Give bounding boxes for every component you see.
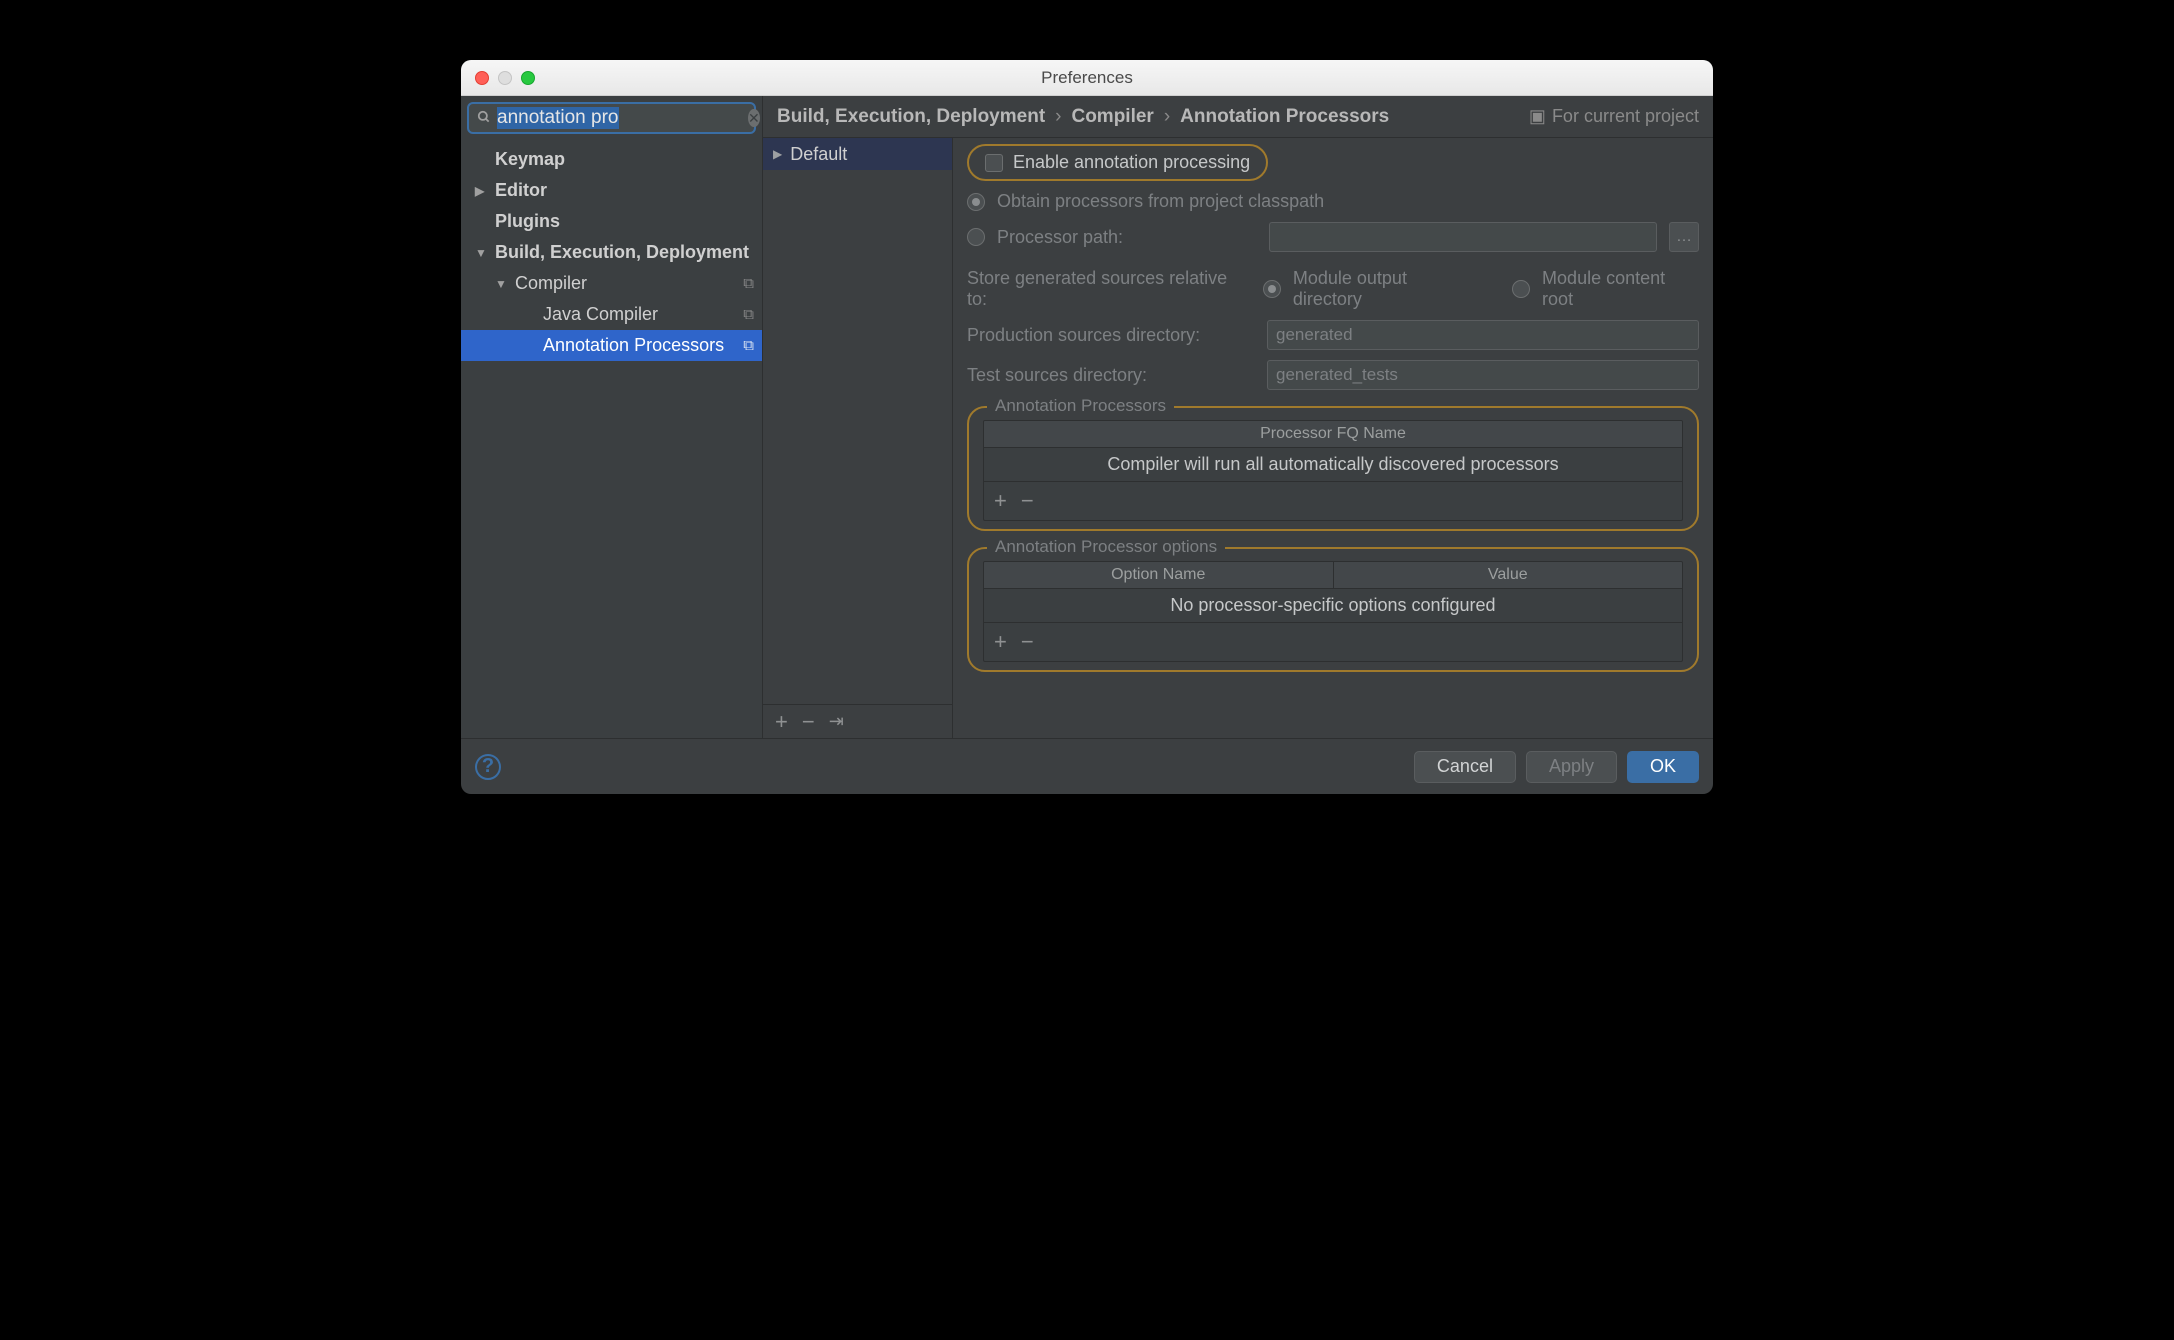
tree-label: Keymap xyxy=(495,149,565,170)
radio-processor-path[interactable] xyxy=(967,228,985,246)
content: ✕ Keymap ▶Editor Plugins ▼Build, Executi… xyxy=(461,96,1713,738)
settings-tree: Keymap ▶Editor Plugins ▼Build, Execution… xyxy=(461,140,762,738)
tree-label: Editor xyxy=(495,180,547,201)
annotation-processors-group: Annotation Processors Processor FQ Name … xyxy=(967,406,1699,531)
help-button[interactable]: ? xyxy=(475,754,501,780)
tree-item-build-execution-deployment[interactable]: ▼Build, Execution, Deployment xyxy=(461,237,762,268)
remove-row-button[interactable]: − xyxy=(1021,488,1034,514)
scope-hint: ▣ For current project xyxy=(1529,106,1699,127)
sidebar: ✕ Keymap ▶Editor Plugins ▼Build, Executi… xyxy=(461,96,763,738)
chevron-right-icon: › xyxy=(1164,106,1170,128)
breadcrumb-item[interactable]: Build, Execution, Deployment xyxy=(777,106,1045,128)
remove-row-button[interactable]: − xyxy=(1021,629,1034,655)
tree-item-plugins[interactable]: Plugins xyxy=(461,206,762,237)
clear-search-icon[interactable]: ✕ xyxy=(748,109,760,127)
chevron-right-icon: › xyxy=(1055,106,1061,128)
production-dir-input[interactable] xyxy=(1267,320,1699,350)
tree-label: Plugins xyxy=(495,211,560,232)
copy-icon: ⧉ xyxy=(743,337,754,354)
obtain-from-classpath[interactable]: Obtain processors from project classpath xyxy=(967,191,1699,212)
copy-icon: ⧉ xyxy=(743,275,754,292)
preferences-window: Preferences ✕ Keymap ▶Editor xyxy=(461,60,1713,794)
options-table: Option Name Value No processor-specific … xyxy=(983,561,1683,662)
tree-label: Java Compiler xyxy=(543,304,658,325)
group-legend: Annotation Processors xyxy=(987,396,1174,416)
apply-button[interactable]: Apply xyxy=(1526,751,1617,783)
titlebar: Preferences xyxy=(461,60,1713,96)
test-dir-row: Test sources directory: xyxy=(967,360,1699,390)
processor-options-group: Annotation Processor options Option Name… xyxy=(967,547,1699,672)
table-toolbar: + − xyxy=(984,481,1682,520)
window-title: Preferences xyxy=(461,68,1713,88)
chevron-right-icon: ▶ xyxy=(773,147,782,161)
tree-label: Annotation Processors xyxy=(543,335,724,356)
tree-item-annotation-processors[interactable]: Annotation Processors ⧉ xyxy=(461,330,762,361)
tree-item-editor[interactable]: ▶Editor xyxy=(461,175,762,206)
processor-path-input[interactable] xyxy=(1269,222,1657,252)
tree-item-compiler[interactable]: ▼Compiler ⧉ xyxy=(461,268,762,299)
tree-item-java-compiler[interactable]: Java Compiler ⧉ xyxy=(461,299,762,330)
table-empty-message: Compiler will run all automatically disc… xyxy=(984,448,1682,481)
test-dir-input[interactable] xyxy=(1267,360,1699,390)
add-row-button[interactable]: + xyxy=(994,629,1007,655)
project-icon: ▣ xyxy=(1529,106,1546,127)
table-empty-message: No processor-specific options configured xyxy=(984,589,1682,622)
add-row-button[interactable]: + xyxy=(994,488,1007,514)
remove-profile-button[interactable]: − xyxy=(802,709,815,735)
cancel-button[interactable]: Cancel xyxy=(1414,751,1516,783)
breadcrumb-item: Annotation Processors xyxy=(1180,106,1389,128)
copy-icon: ⧉ xyxy=(743,306,754,323)
table-header: Value xyxy=(1334,562,1683,588)
enable-annotation-processing[interactable]: Enable annotation processing xyxy=(967,144,1268,181)
radio-module-content-root[interactable] xyxy=(1512,280,1530,298)
store-relative-row: Store generated sources relative to: Mod… xyxy=(967,268,1699,310)
main-panel: Build, Execution, Deployment › Compiler … xyxy=(763,96,1713,738)
search-field[interactable]: ✕ xyxy=(467,102,756,134)
add-profile-button[interactable]: + xyxy=(775,709,788,735)
ok-button[interactable]: OK xyxy=(1627,751,1699,783)
tree-label: Build, Execution, Deployment xyxy=(495,242,749,263)
browse-button[interactable]: … xyxy=(1669,222,1699,252)
radio-module-output[interactable] xyxy=(1263,280,1281,298)
move-module-button[interactable]: ⇥ xyxy=(829,711,844,732)
radio-obtain-classpath[interactable] xyxy=(967,193,985,211)
production-dir-row: Production sources directory: xyxy=(967,320,1699,350)
tree-item-keymap[interactable]: Keymap xyxy=(461,144,762,175)
search-icon xyxy=(477,110,491,127)
enable-checkbox[interactable] xyxy=(985,154,1003,172)
processors-table: Processor FQ Name Compiler will run all … xyxy=(983,420,1683,521)
profile-label: Default xyxy=(790,144,847,165)
tree-label: Compiler xyxy=(515,273,587,294)
settings-form: Enable annotation processing Obtain proc… xyxy=(953,138,1713,738)
table-toolbar: + − xyxy=(984,622,1682,661)
profiles-list: ▶ Default + − ⇥ xyxy=(763,138,953,738)
table-header: Option Name xyxy=(984,562,1334,588)
profiles-toolbar: + − ⇥ xyxy=(763,704,952,738)
enable-label: Enable annotation processing xyxy=(1013,152,1250,173)
breadcrumb-item[interactable]: Compiler xyxy=(1071,106,1153,128)
profile-default[interactable]: ▶ Default xyxy=(763,138,952,170)
group-legend: Annotation Processor options xyxy=(987,537,1225,557)
body: ▶ Default + − ⇥ Enable annotation proces… xyxy=(763,138,1713,738)
dialog-footer: ? Cancel Apply OK xyxy=(461,738,1713,794)
processor-path-row: Processor path: … xyxy=(967,222,1699,252)
table-header: Processor FQ Name xyxy=(984,421,1682,447)
breadcrumb: Build, Execution, Deployment › Compiler … xyxy=(763,96,1713,138)
search-input[interactable] xyxy=(497,107,742,129)
